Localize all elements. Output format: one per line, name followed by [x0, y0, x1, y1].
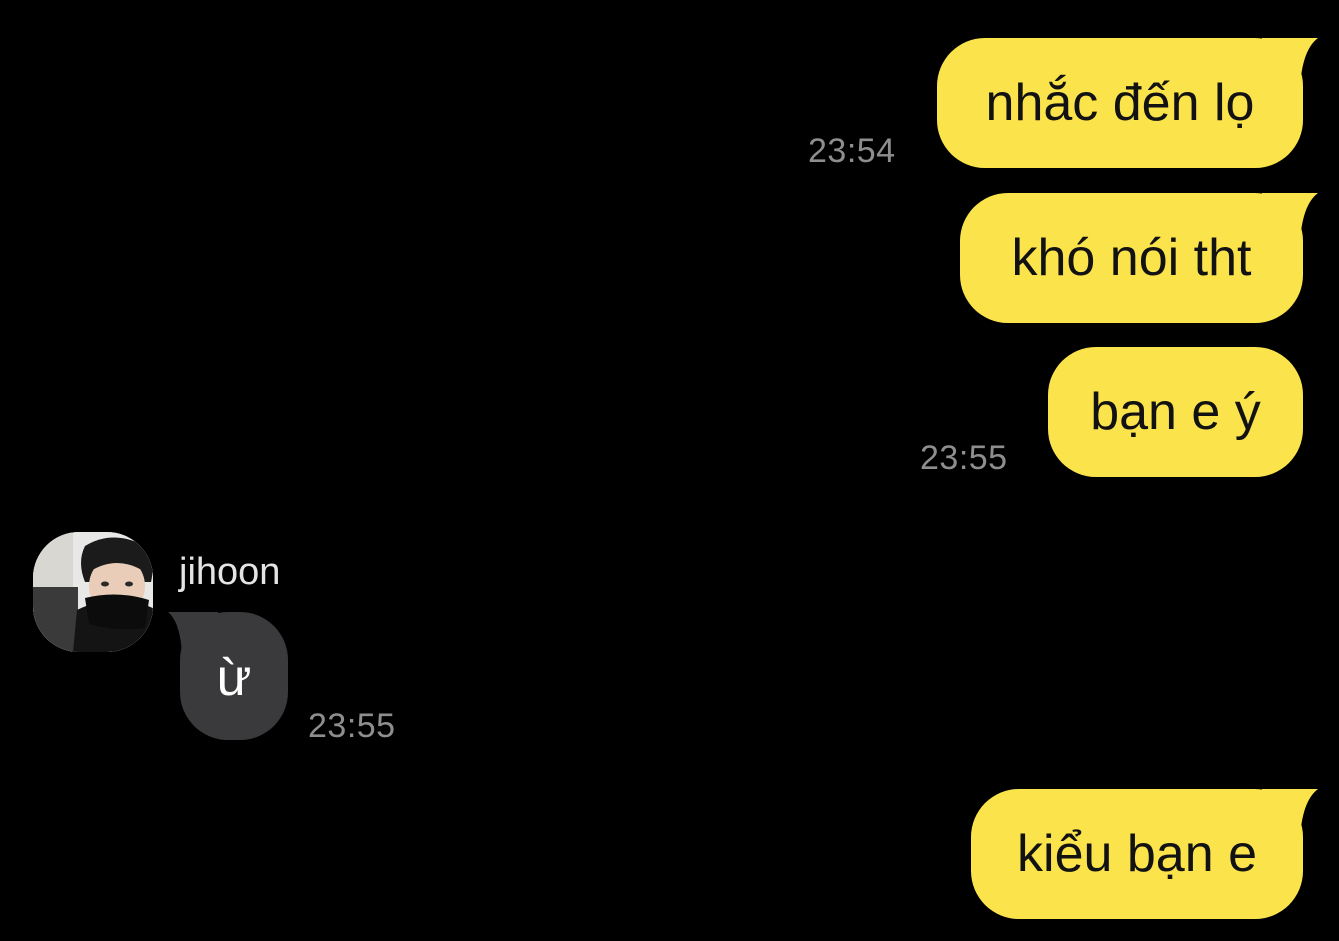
message-bubble[interactable]: khó nói tht [960, 193, 1303, 323]
bubble-tail [1262, 38, 1318, 88]
message-timestamp: 23:54 [808, 132, 896, 170]
message-timestamp: 23:55 [308, 707, 396, 745]
message-bubble[interactable]: ừ [180, 612, 288, 740]
message-timestamp: 23:55 [920, 439, 1008, 477]
chat-view: nhắc đến lọ 23:54 khó nói tht bạn e ý 23… [0, 0, 1339, 941]
profile-photo-avatar-icon [33, 532, 153, 652]
contact-avatar[interactable] [33, 532, 153, 652]
message-bubble[interactable]: kiểu bạn e [971, 789, 1303, 919]
message-bubble[interactable]: bạn e ý [1048, 347, 1303, 477]
bubble-tail [1262, 789, 1318, 839]
bubble-tail [1262, 193, 1318, 243]
sender-name: jihoon [179, 551, 281, 593]
message-bubble[interactable]: nhắc đến lọ [937, 38, 1303, 168]
